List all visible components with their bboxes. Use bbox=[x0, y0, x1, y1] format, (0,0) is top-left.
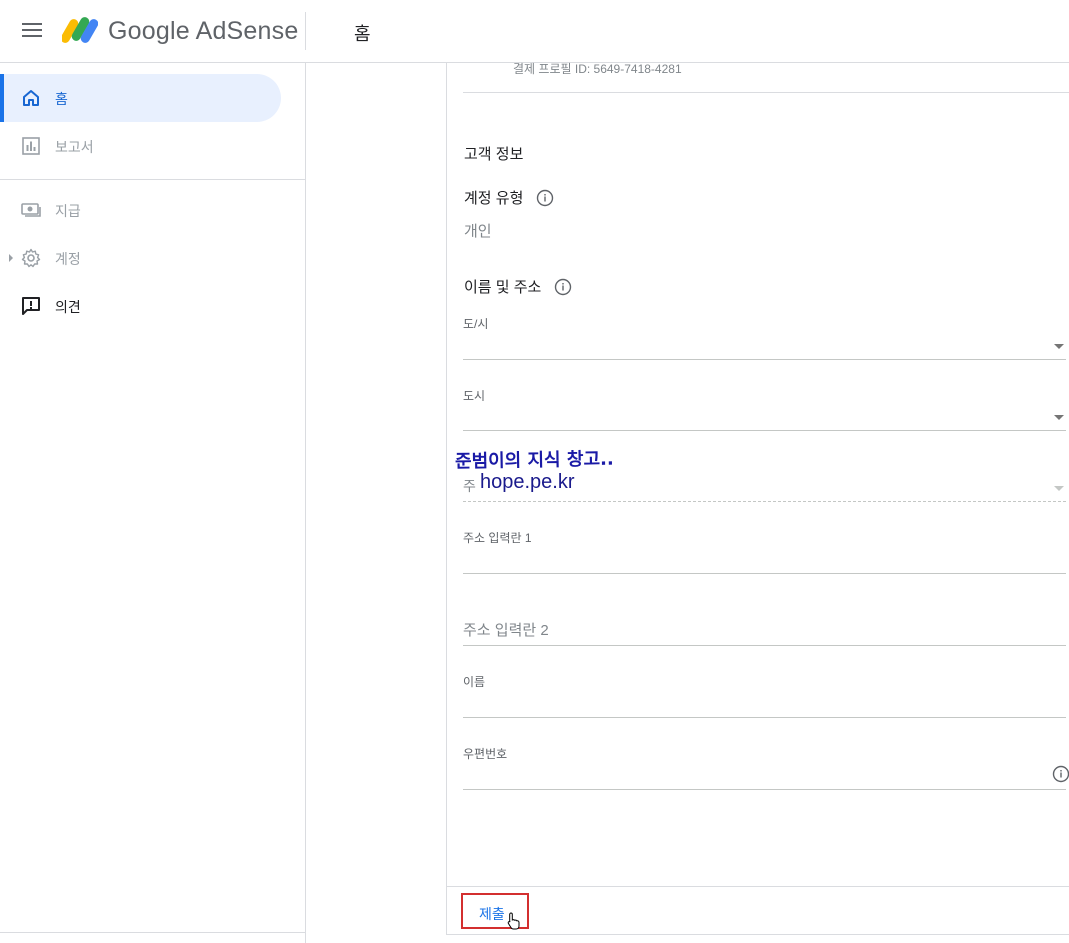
watermark-text: 준범이의 지식 창고.. bbox=[454, 448, 614, 473]
city-select[interactable]: 도시 bbox=[463, 385, 1066, 433]
sidebar-item-account[interactable]: 계정 bbox=[0, 234, 281, 282]
address1-input[interactable]: 주소 입력란 1 bbox=[463, 528, 1066, 576]
sidebar-bottom-divider bbox=[0, 932, 305, 933]
gear-icon bbox=[21, 248, 41, 268]
name-label: 이름 bbox=[463, 675, 486, 689]
chevron-down-icon bbox=[1054, 344, 1064, 349]
expand-arrow-icon[interactable] bbox=[9, 254, 13, 262]
field-underline bbox=[463, 430, 1066, 431]
chevron-down-icon bbox=[1054, 415, 1064, 420]
home-icon bbox=[23, 90, 39, 106]
field-underline bbox=[463, 501, 1066, 502]
postal-code-input[interactable]: 우편번호 bbox=[463, 744, 1069, 792]
field-underline bbox=[463, 789, 1066, 790]
account-type-label-row: 계정 유형 bbox=[464, 187, 554, 208]
feedback-icon bbox=[22, 297, 40, 315]
menu-icon[interactable] bbox=[22, 21, 42, 39]
name-address-label-row: 이름 및 주소 bbox=[464, 276, 572, 297]
adsense-logo-icon bbox=[62, 17, 98, 43]
field-underline bbox=[463, 359, 1066, 360]
info-icon[interactable] bbox=[554, 278, 572, 296]
logo-text: Google AdSense bbox=[108, 17, 299, 45]
section-divider bbox=[463, 92, 1069, 93]
district-label: 주 bbox=[463, 478, 476, 494]
payments-icon bbox=[21, 203, 41, 217]
chevron-down-icon bbox=[1054, 486, 1064, 491]
address2-placeholder: 주소 입력란 2 bbox=[463, 622, 549, 639]
footer-divider bbox=[447, 886, 1069, 887]
province-label: 도/시 bbox=[463, 317, 489, 331]
app-header: Google AdSense 홈 bbox=[0, 0, 1069, 63]
sidebar-item-label: 지급 bbox=[55, 203, 81, 219]
header-divider bbox=[305, 12, 306, 50]
field-underline bbox=[463, 717, 1066, 718]
sidebar-item-label: 홈 bbox=[55, 91, 68, 107]
info-icon[interactable] bbox=[1052, 765, 1069, 783]
province-select[interactable]: 도/시 bbox=[463, 313, 1066, 361]
sidebar-item-feedback[interactable]: 의견 bbox=[0, 282, 281, 330]
sidebar-divider bbox=[0, 179, 305, 180]
submit-label: 제출 bbox=[479, 906, 505, 922]
sidebar-item-label: 보고서 bbox=[55, 139, 94, 155]
postal-code-label: 우편번호 bbox=[463, 747, 508, 761]
page-title: 홈 bbox=[354, 24, 371, 44]
address1-label: 주소 입력란 1 bbox=[463, 531, 532, 545]
bar-chart-icon bbox=[22, 137, 40, 155]
address2-input[interactable]: 주소 입력란 2 bbox=[463, 616, 1066, 646]
hand-cursor-icon bbox=[507, 912, 520, 930]
name-input[interactable]: 이름 bbox=[463, 672, 1066, 720]
sidebar-item-payments[interactable]: 지급 bbox=[0, 186, 281, 234]
submit-button[interactable]: 제출 bbox=[461, 893, 529, 930]
account-type-label: 계정 유형 bbox=[464, 190, 524, 207]
city-label: 도시 bbox=[463, 389, 486, 403]
customer-info-card: 결제 프로필 ID: 5649-7418-4281 고객 정보 계정 유형 개인… bbox=[446, 62, 1069, 935]
sidebar-item-home[interactable]: 홈 bbox=[0, 74, 281, 122]
sidebar: 홈 보고서 지급 계정 의견 bbox=[0, 63, 306, 943]
name-address-label: 이름 및 주소 bbox=[464, 279, 542, 296]
info-icon[interactable] bbox=[536, 189, 554, 207]
sidebar-item-reports[interactable]: 보고서 bbox=[0, 122, 281, 170]
watermark-url: hope.pe.kr bbox=[480, 471, 575, 493]
sidebar-item-label: 계정 bbox=[55, 251, 81, 267]
field-underline bbox=[463, 645, 1066, 646]
account-type-value: 개인 bbox=[464, 223, 492, 240]
field-underline bbox=[463, 573, 1066, 574]
section-title: 고객 정보 bbox=[464, 146, 524, 163]
sidebar-item-label: 의견 bbox=[55, 299, 81, 315]
payment-profile-id: 결제 프로필 ID: 5649-7418-4281 bbox=[513, 62, 682, 76]
